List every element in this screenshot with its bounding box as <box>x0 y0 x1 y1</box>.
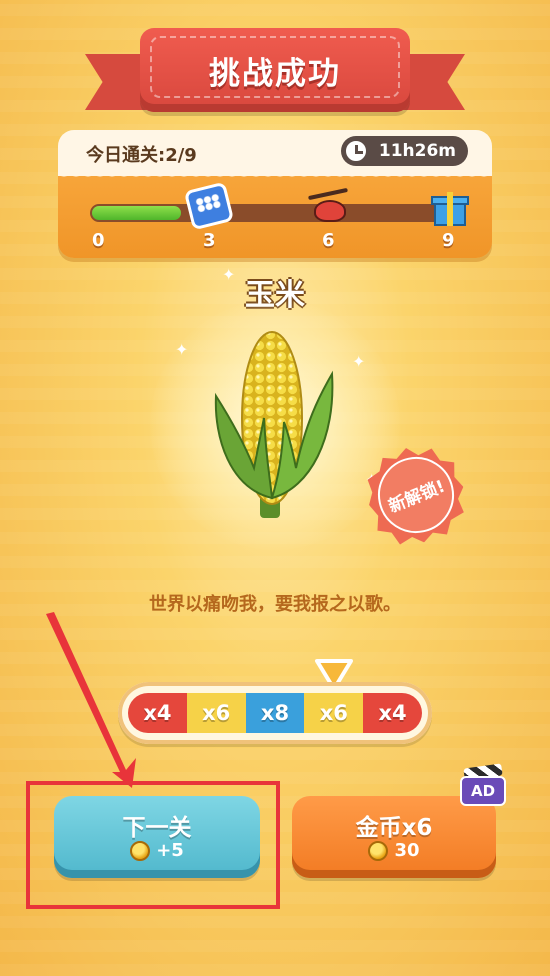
coin-multiplier-reward: 30 <box>292 840 496 861</box>
corn-icon <box>214 331 334 518</box>
gift-reward-icon[interactable] <box>428 186 470 226</box>
helicopter-reward-icon[interactable] <box>308 186 350 226</box>
daily-progress-panel: 今日通关:2/9 11h26m 0 3 6 9 <box>58 130 492 258</box>
page-title: 挑战成功 <box>209 55 341 92</box>
multiplier-cell-2: x8 <box>245 693 305 733</box>
sparkle-icon: ✦ <box>175 340 189 359</box>
today-cleared-label: 今日通关:2/9 <box>86 145 197 166</box>
multiplier-cell-0: x4 <box>128 693 187 733</box>
title-ribbon: 挑战成功 <box>85 18 465 128</box>
ad-label: AD <box>460 776 506 806</box>
timer-badge: 11h26m <box>340 136 468 166</box>
timer-text: 11h26m <box>378 141 456 161</box>
sparkle-icon: ✦ <box>352 352 366 371</box>
milestone-label-6: 6 <box>322 230 335 251</box>
multiplier-cell-4: x4 <box>363 693 422 733</box>
ribbon-banner: 挑战成功 <box>140 28 410 112</box>
ad-video-icon: AD <box>460 763 508 808</box>
new-unlock-badge: 新解锁! <box>368 447 464 543</box>
sparkle-icon: ✦ <box>222 265 236 284</box>
progress-fill <box>92 206 181 220</box>
multiplier-bar: x4 x6 x8 x6 x4 <box>118 682 432 744</box>
coin-multiplier-label: 金币x6 <box>355 815 433 841</box>
annotation-highlight-box <box>26 781 280 909</box>
item-quote: 世界以痛吻我，要我报之以歌。 <box>149 594 401 615</box>
milestone-label-3: 3 <box>203 230 216 251</box>
multiplier-cells: x4 x6 x8 x6 x4 <box>128 693 422 733</box>
coin-icon <box>368 840 389 861</box>
multiplier-cell-3: x6 <box>304 693 364 733</box>
progress-track <box>90 204 460 222</box>
coin-multiplier-button[interactable]: 金币x6 30 <box>292 796 496 878</box>
clock-icon <box>342 138 369 164</box>
milestone-label-9: 9 <box>442 230 455 251</box>
coin-multiplier-reward-value: 30 <box>394 840 420 861</box>
multiplier-cell-1: x6 <box>186 693 246 733</box>
milestone-label-0: 0 <box>92 230 105 251</box>
